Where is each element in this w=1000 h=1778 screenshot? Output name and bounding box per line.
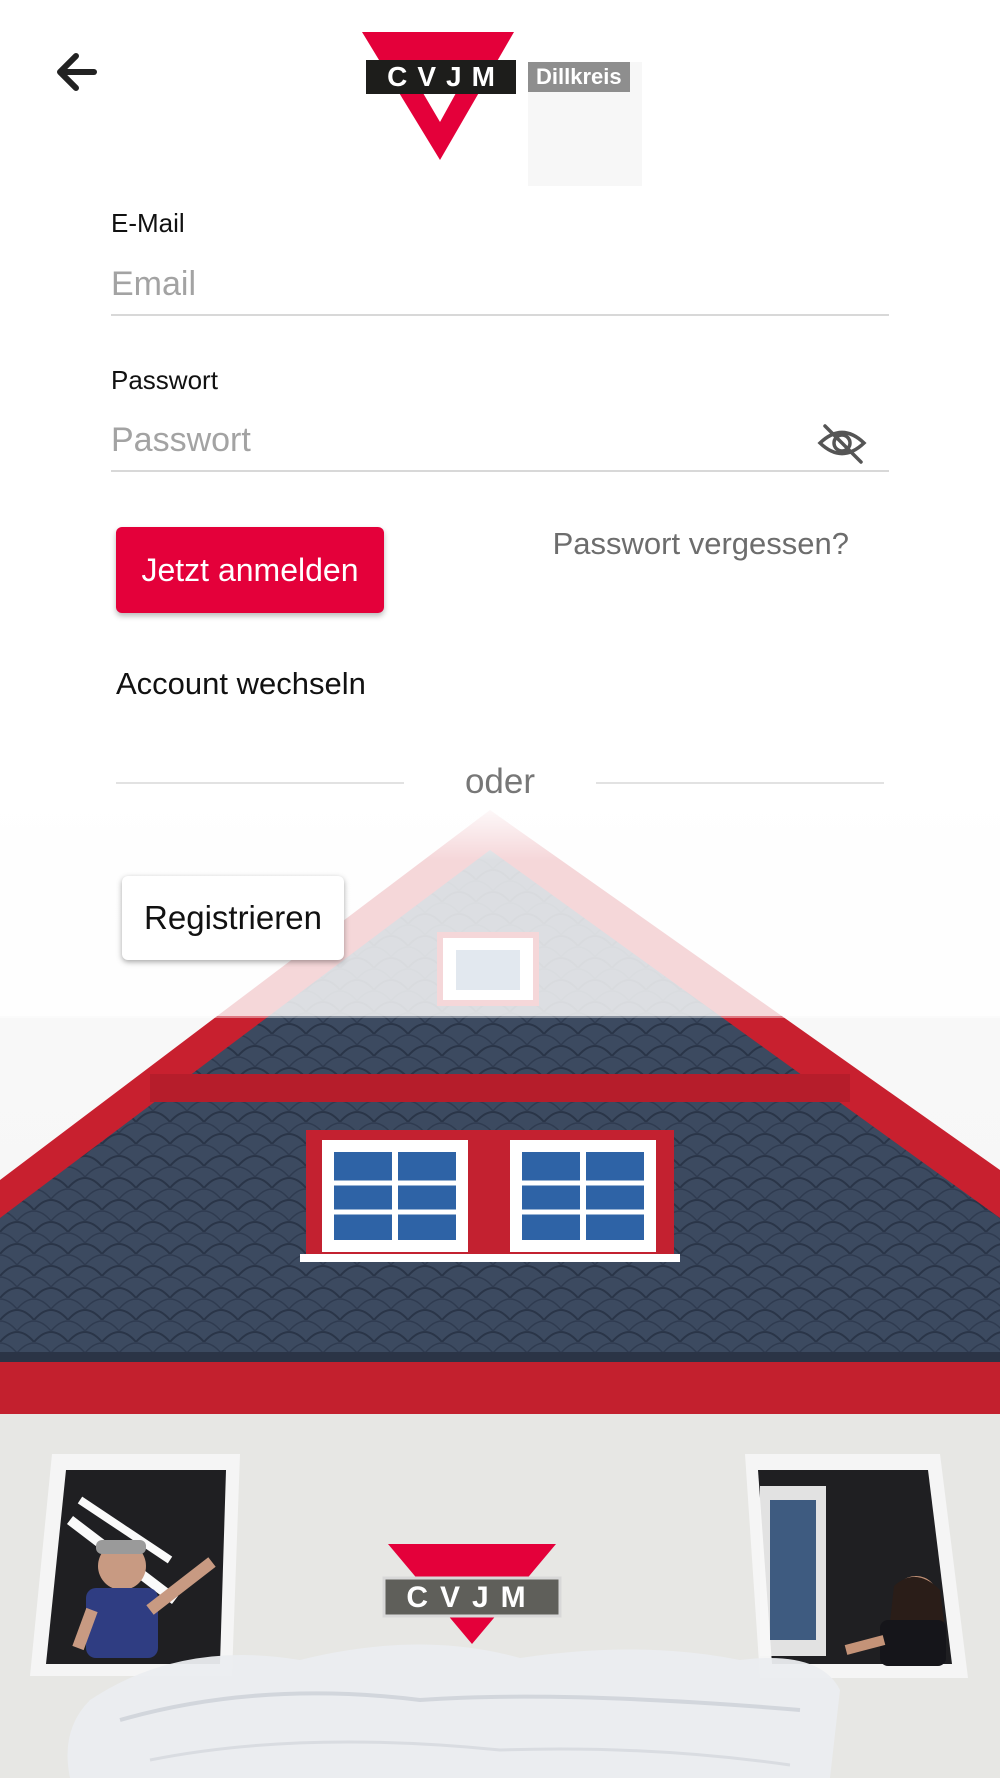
building-sign-text: CVJM [406, 1581, 537, 1614]
back-button[interactable] [44, 40, 108, 104]
forgot-password-link[interactable]: Passwort vergessen? [553, 526, 849, 562]
password-label: Passwort [111, 365, 218, 395]
login-button[interactable]: Jetzt anmelden [116, 527, 384, 613]
email-label: E-Mail [111, 208, 185, 238]
background-fade-edge [0, 1016, 1000, 1018]
eye-off-icon[interactable] [817, 418, 867, 468]
logo-region-label: Dillkreis [528, 62, 630, 92]
switch-account-link[interactable]: Account wechseln [116, 666, 366, 702]
dormer-window-left [322, 1140, 468, 1252]
arrow-left-icon [57, 53, 97, 91]
logo-triangle [362, 32, 514, 160]
divider-line-right [596, 782, 884, 784]
register-button[interactable]: Registrieren [122, 876, 344, 960]
email-field[interactable] [111, 254, 889, 316]
password-field[interactable] [111, 410, 889, 472]
cvjm-logo: CVJM Dillkreis [362, 30, 642, 186]
logo-wordmark: CVJM [366, 60, 516, 94]
dormer-window-right [510, 1140, 656, 1252]
